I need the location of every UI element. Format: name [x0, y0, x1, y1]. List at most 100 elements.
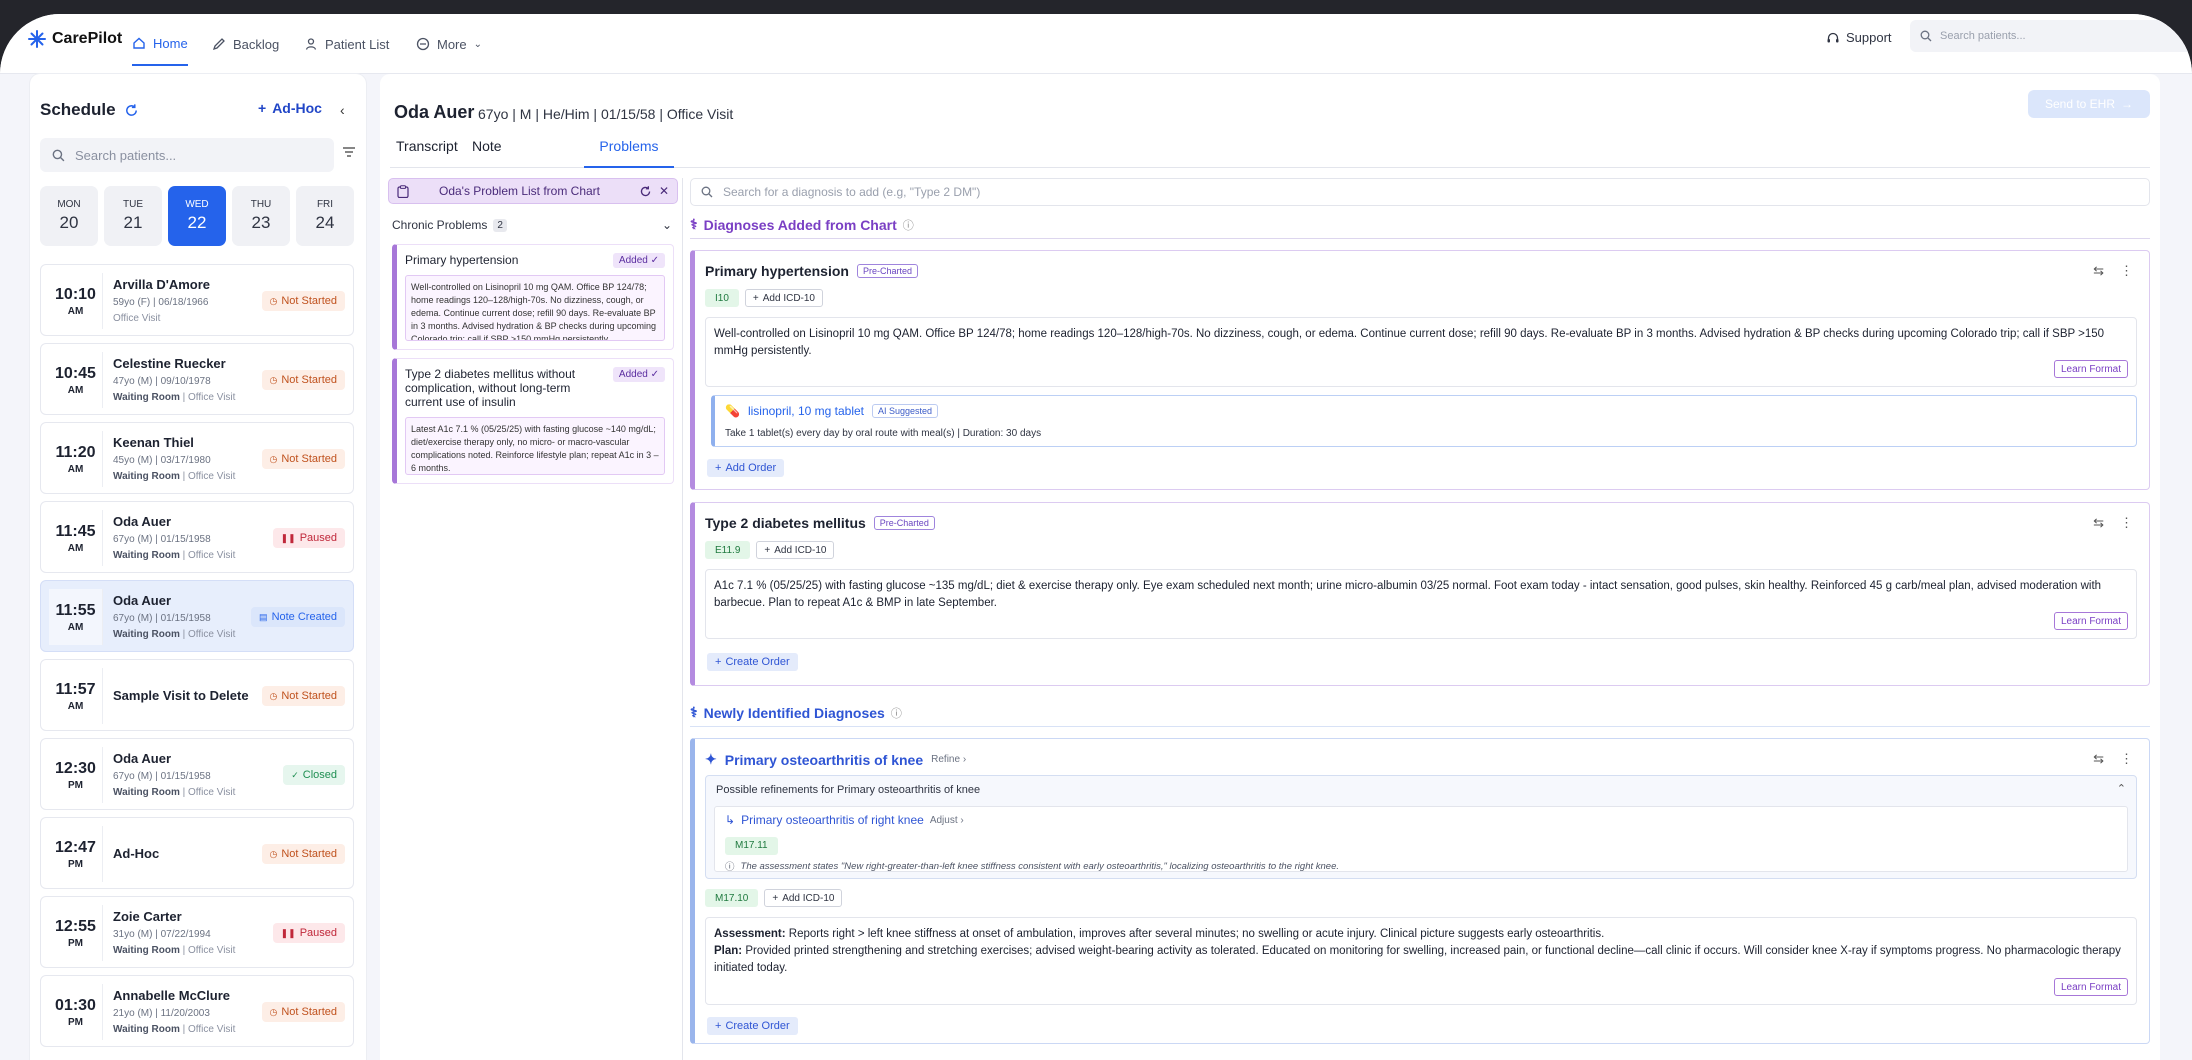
nav-backlog[interactable]: Backlog	[212, 14, 279, 74]
refresh-icon[interactable]	[124, 103, 139, 118]
diagnosis-search-input[interactable]: Search for a diagnosis to add (e.g, "Typ…	[690, 178, 2150, 206]
filter-icon[interactable]	[342, 146, 356, 158]
status-badge: ❚❚ Paused	[272, 528, 345, 548]
visit-location: Waiting Room | Office Visit	[113, 392, 235, 403]
icd-code-chip[interactable]: M17.11	[725, 836, 778, 855]
appointment-item[interactable]: 11:55 AM Oda Auer 67yo (M) | 01/15/1958 Wait…	[40, 580, 354, 652]
time-value: 10:10	[55, 285, 96, 303]
swap-icon[interactable]: ⇆	[2093, 263, 2104, 279]
adjust-link[interactable]: Adjust ›	[930, 815, 964, 826]
info-icon[interactable]: ⓘ	[891, 705, 902, 721]
add-icd-button[interactable]: + Add ICD-10	[764, 889, 843, 907]
appointment-time: 12:47 PM	[49, 826, 103, 882]
learn-format-button[interactable]: Learn Format	[2053, 978, 2128, 996]
add-order-label: Add Order	[725, 462, 777, 474]
time-value: 11:45	[55, 522, 96, 540]
refine-link[interactable]: Refine ›	[931, 754, 966, 765]
appointment-item[interactable]: 11:20 AM Keenan Thiel 45yo (M) | 03/17/1980…	[40, 422, 354, 494]
icd-code-chip[interactable]: I10	[705, 289, 739, 307]
more-vertical-icon[interactable]: ⋮	[2120, 751, 2133, 767]
refresh-icon[interactable]	[639, 185, 652, 198]
day-fri[interactable]: FRI 24	[296, 186, 354, 246]
day-date: 22	[187, 213, 207, 232]
swap-icon[interactable]: ⇆	[2093, 751, 2104, 767]
plus-icon: +	[752, 292, 759, 304]
brand-logo[interactable]: CarePilot	[28, 30, 122, 48]
chevron-up-icon[interactable]: ⌃	[2117, 782, 2126, 795]
chevron-down-icon: ⌄	[661, 218, 672, 232]
plan-line: Plan: Provided printed strengthening and…	[714, 943, 2128, 977]
learn-format-button[interactable]: Learn Format	[2053, 612, 2128, 630]
diagnosis-note[interactable]: A1c 7.1 % (05/25/25) with fasting glucos…	[705, 569, 2137, 639]
add-icd-button[interactable]: + Add ICD-10	[756, 541, 835, 559]
appointment-item[interactable]: 12:55 PM Zoie Carter 31yo (M) | 07/22/1994 W…	[40, 896, 354, 968]
diagnosis-actions: ⇆ ⋮	[2093, 263, 2133, 279]
diagnosis-note[interactable]: Assessment: Reports right > left knee st…	[705, 917, 2137, 1005]
appointment-item[interactable]: 11:45 AM Oda Auer 67yo (M) | 01/15/1958 Wait…	[40, 501, 354, 573]
nav-patient-list[interactable]: Patient List	[304, 14, 389, 74]
time-value: 01:30	[55, 996, 96, 1014]
day-date: 24	[315, 213, 335, 232]
status-label: Note Created	[271, 611, 337, 623]
day-name: WED	[185, 199, 209, 210]
add-icd-label: Add ICD-10	[782, 892, 835, 904]
visit-type: | Office Visit	[179, 1024, 236, 1035]
day-name: TUE	[123, 199, 143, 210]
chart-panel-title: Oda's Problem List from Chart	[439, 184, 601, 198]
add-order-button[interactable]: + Add Order	[707, 459, 785, 477]
visit-location: Waiting Room | Office Visit	[113, 471, 235, 482]
appointment-item[interactable]: 10:45 AM Celestine Ruecker 47yo (M) | 09/10…	[40, 343, 354, 415]
added-label: Added	[618, 255, 648, 266]
medication-suggestion[interactable]: 💊 lisinopril, 10 mg tablet AI Suggested …	[711, 395, 2137, 447]
status-icon: ◷	[269, 848, 278, 859]
added-label: Added	[618, 369, 648, 380]
status-label: Not Started	[281, 374, 337, 386]
sidebar-search-input[interactable]: Search patients...	[40, 138, 334, 172]
more-vertical-icon[interactable]: ⋮	[2120, 263, 2133, 279]
chart-problem-card[interactable]: Type 2 diabetes mellitus without complic…	[392, 358, 674, 484]
diagnosis-note[interactable]: Well-controlled on Lisinopril 10 mg QAM.…	[705, 317, 2137, 387]
day-wed[interactable]: WED 22	[168, 186, 226, 246]
appointment-item[interactable]: 12:47 PM Ad-Hoc ◷ Not Started	[40, 817, 354, 889]
send-to-ehr-button[interactable]: Send to EHR →	[2028, 90, 2150, 118]
tab-note[interactable]: Note	[466, 138, 508, 168]
info-icon[interactable]: ⓘ	[903, 217, 914, 233]
day-mon[interactable]: MON 20	[40, 186, 98, 246]
chart-problem-card[interactable]: Primary hypertension Added ✓ Well-contro…	[392, 244, 674, 350]
diagnosis-card-diabetes: Type 2 diabetes mellitus Pre-Charted ⇆ ⋮…	[690, 502, 2150, 686]
visit-type: | Office Visit	[179, 550, 236, 561]
add-icd-button[interactable]: + Add ICD-10	[744, 289, 823, 307]
nav-home[interactable]: Home	[132, 22, 188, 66]
collapse-sidebar-icon[interactable]: ‹	[340, 102, 345, 118]
edit-icon	[212, 38, 225, 51]
learn-format-button[interactable]: Learn Format	[2053, 360, 2128, 378]
day-tue[interactable]: TUE 21	[104, 186, 162, 246]
plus-icon: +	[715, 1020, 722, 1032]
refinement-reason-text: The assessment states "New right-greater…	[740, 860, 1339, 872]
appointment-item[interactable]: 12:30 PM Oda Auer 67yo (M) | 01/15/1958 Wait…	[40, 738, 354, 810]
status-label: Not Started	[281, 453, 337, 465]
section-divider	[690, 238, 2150, 239]
carepilot-logo-icon	[28, 30, 46, 48]
nav-more[interactable]: More ⌄	[416, 14, 482, 74]
add-adhoc-button[interactable]: + Ad-Hoc	[258, 100, 322, 116]
refinement-option[interactable]: ↳ Primary osteoarthritis of right knee A…	[714, 806, 2128, 873]
schedule-title: Schedule	[40, 100, 139, 120]
swap-icon[interactable]: ⇆	[2093, 515, 2104, 531]
top-search-input[interactable]: Search patients...	[1910, 20, 2192, 52]
chronic-problems-header[interactable]: Chronic Problems 2 ⌄	[388, 214, 678, 236]
appointment-item[interactable]: 01:30 PM Annabelle McClure 21yo (M) | 11/20…	[40, 975, 354, 1047]
tab-problems[interactable]: Problems	[584, 138, 674, 168]
tab-transcript[interactable]: Transcript	[390, 138, 464, 168]
create-order-button[interactable]: + Create Order	[707, 653, 798, 671]
support-link[interactable]: Support	[1826, 30, 1892, 45]
appointment-item[interactable]: 10:10 AM Arvilla D'Amore 59yo (F) | 06/18/1…	[40, 264, 354, 336]
icd-code-chip[interactable]: E11.9	[705, 541, 751, 559]
create-order-label: Create Order	[725, 656, 790, 668]
more-vertical-icon[interactable]: ⋮	[2120, 515, 2133, 531]
appointment-item[interactable]: 11:57 AM Sample Visit to Delete ◷ Not Starte…	[40, 659, 354, 731]
day-thu[interactable]: THU 23	[232, 186, 290, 246]
close-icon[interactable]: ✕	[659, 184, 669, 198]
create-order-button[interactable]: + Create Order	[707, 1017, 798, 1035]
icd-code-chip[interactable]: M17.10	[705, 889, 759, 907]
